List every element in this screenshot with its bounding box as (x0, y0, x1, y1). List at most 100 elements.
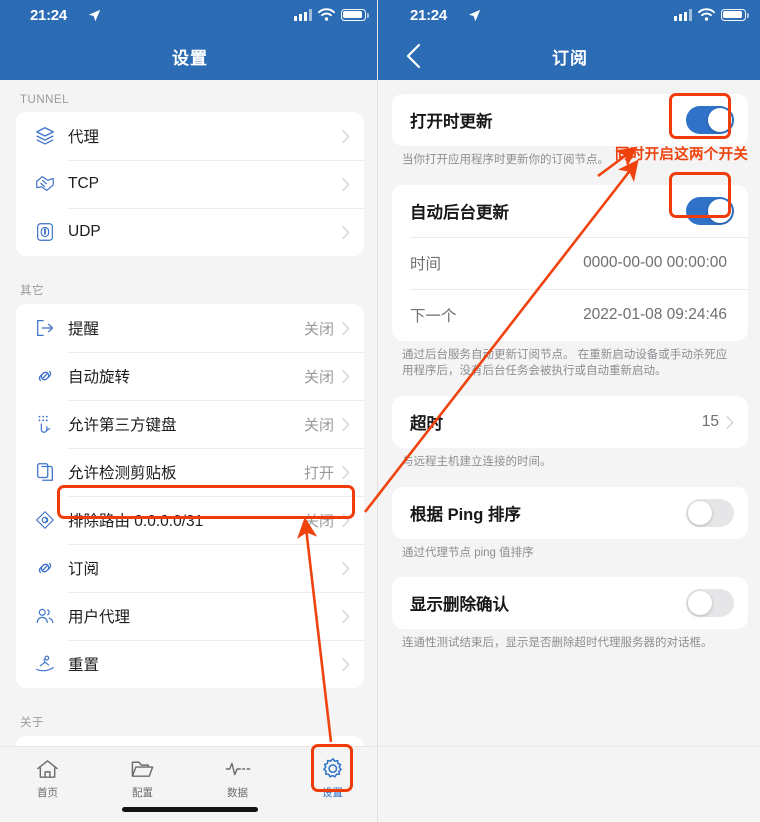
sidebar-item-label: 提醒 (68, 321, 100, 338)
clipboard-icon (32, 459, 58, 485)
desc-show-delete-confirm: 连通性测试结束后，显示是否删除超时代理服务器的对话框。 (402, 637, 713, 650)
cellular-signal-icon (674, 8, 692, 21)
section-background-update: 自动后台更新 时间 0000-00-00 00:00:00 下一个 2022-0… (392, 184, 748, 341)
status-bar-right: 21:24 (380, 0, 760, 34)
desc-open-update: 当你打开应用程序时更新你的订阅节点。 (402, 154, 609, 166)
layers-icon (32, 123, 58, 149)
chevron-right-icon (342, 417, 350, 431)
chevron-right-icon (726, 415, 734, 429)
chevron-right-icon (342, 129, 350, 143)
chevron-right-icon (342, 369, 350, 383)
row-background-update[interactable]: 自动后台更新 (392, 185, 748, 237)
folder-icon (130, 756, 155, 782)
location-arrow-icon (468, 9, 481, 22)
chevron-right-icon (342, 513, 350, 527)
switch-knob (688, 500, 712, 525)
row-time: 时间 0000-00-00 00:00:00 (392, 236, 748, 289)
sidebar-item-third-party-keyboard[interactable]: 允许第三方键盘 关闭 (16, 400, 364, 448)
row-show-delete-confirm[interactable]: 显示删除确认 (392, 577, 748, 629)
status-indicators (294, 8, 369, 21)
tab-home[interactable]: 首页 (0, 747, 95, 822)
sidebar-item-udp[interactable]: UDP (16, 208, 364, 256)
sidebar-item-reset[interactable]: 重置 (16, 640, 364, 688)
tab-label: 设置 (322, 787, 343, 799)
handshake-icon (32, 171, 58, 197)
row-label: 超时 (410, 415, 443, 434)
row-next: 下一个 2022-01-08 09:24:46 (392, 288, 748, 341)
switch-sort-by-ping[interactable] (686, 498, 734, 527)
status-time: 21:24 (30, 7, 67, 24)
link-icon (32, 363, 58, 389)
sidebar-item-value: 关闭 (303, 512, 334, 530)
row-label: 自动后台更新 (410, 203, 509, 222)
location-arrow-icon (88, 9, 101, 22)
route-icon (32, 507, 58, 533)
subscription-list: 打开时更新 当你打开应用程序时更新你的订阅节点。 自动后台更新 时间 0000-… (380, 80, 760, 822)
sidebar-item-exclude-route[interactable]: 排除路由 0.0.0.0/31 关闭 (16, 496, 364, 544)
row-sort-by-ping[interactable]: 根据 Ping 排序 (392, 487, 748, 539)
sidebar-item-proxy[interactable]: 代理 (16, 112, 364, 160)
status-bar-left: 21:24 (0, 0, 380, 34)
wifi-icon (698, 8, 715, 21)
sidebar-item-reminder[interactable]: 提醒 关闭 (16, 304, 364, 352)
row-open-update[interactable]: 打开时更新 (392, 94, 748, 146)
sidebar-item-value: 打开 (303, 464, 334, 482)
sidebar-item-label: 代理 (68, 129, 100, 146)
battery-icon (341, 8, 369, 21)
nav-bar-left: 设置 (0, 34, 380, 80)
status-indicators (674, 8, 749, 21)
chevron-right-icon (342, 657, 350, 671)
reset-icon (32, 651, 58, 677)
bottom-divider (380, 746, 760, 747)
page-title-settings: 设置 (172, 49, 208, 68)
chevron-right-icon (342, 561, 350, 575)
group-header-about: 关于 (20, 717, 44, 729)
sidebar-item-label: 自动旋转 (68, 369, 131, 386)
switch-open-update[interactable] (686, 106, 734, 134)
tab-label: 配置 (132, 787, 153, 799)
row-label: 显示删除确认 (410, 596, 509, 615)
status-time: 21:24 (410, 7, 447, 24)
sidebar-item-auto-rotate[interactable]: 自动旋转 关闭 (16, 352, 364, 400)
sidebar-item-label: 允许第三方键盘 (68, 417, 177, 434)
sidebar-item-tcp[interactable]: TCP (16, 160, 364, 208)
tab-settings[interactable]: 设置 (285, 747, 380, 822)
desc-sort-by-ping: 通过代理节点 ping 值排序 (402, 546, 534, 559)
group-header-tunnel: TUNNEL (20, 94, 70, 106)
row-timeout[interactable]: 超时 15 (392, 396, 748, 448)
row-label: 下一个 (410, 307, 457, 325)
sidebar-item-clipboard-detect[interactable]: 允许检测剪贴板 打开 (16, 448, 364, 496)
udp-icon (32, 219, 58, 245)
sidebar-item-label: 允许检测剪贴板 (68, 465, 177, 482)
panel-divider (377, 0, 378, 822)
section-timeout: 超时 15 (392, 396, 748, 449)
subscription-screen: 21:24 订阅 打开时更新 当你打开应用程序时更新你的订阅节点。 自动后台更新… (380, 0, 760, 822)
battery-icon (721, 8, 749, 21)
sidebar-item-subscription[interactable]: 订阅 (16, 544, 364, 592)
switch-show-delete-confirm[interactable] (686, 589, 734, 618)
link-icon (32, 555, 58, 581)
switch-knob (708, 198, 732, 223)
home-icon (35, 756, 60, 782)
users-icon (32, 603, 58, 629)
sidebar-item-user-agent[interactable]: 用户代理 (16, 592, 364, 640)
chevron-right-icon (342, 177, 350, 191)
nav-bar-right: 订阅 (380, 34, 760, 80)
sidebar-item-label: UDP (68, 223, 101, 240)
wifi-icon (318, 8, 335, 21)
chevron-right-icon (342, 465, 350, 479)
row-label: 根据 Ping 排序 (410, 505, 521, 524)
switch-background-update[interactable] (686, 196, 734, 225)
desc-background-update: 通过后台服务自动更新订阅节点。 在重新启动设备或手动杀死应用程序后，没有后台任务… (402, 348, 728, 378)
switch-knob (708, 108, 732, 132)
logout-icon (32, 315, 58, 341)
switch-knob (688, 591, 712, 616)
tab-label: 首页 (37, 787, 58, 799)
chevron-right-icon (342, 321, 350, 335)
group-card-tunnel: 代理 TCP UDP (16, 112, 364, 256)
tab-label: 数据 (227, 787, 248, 799)
sidebar-item-label: 重置 (68, 657, 100, 674)
sidebar-item-label: 用户代理 (68, 609, 131, 626)
section-show-delete-confirm: 显示删除确认 (392, 577, 748, 630)
sidebar-item-value: 关闭 (303, 320, 334, 338)
